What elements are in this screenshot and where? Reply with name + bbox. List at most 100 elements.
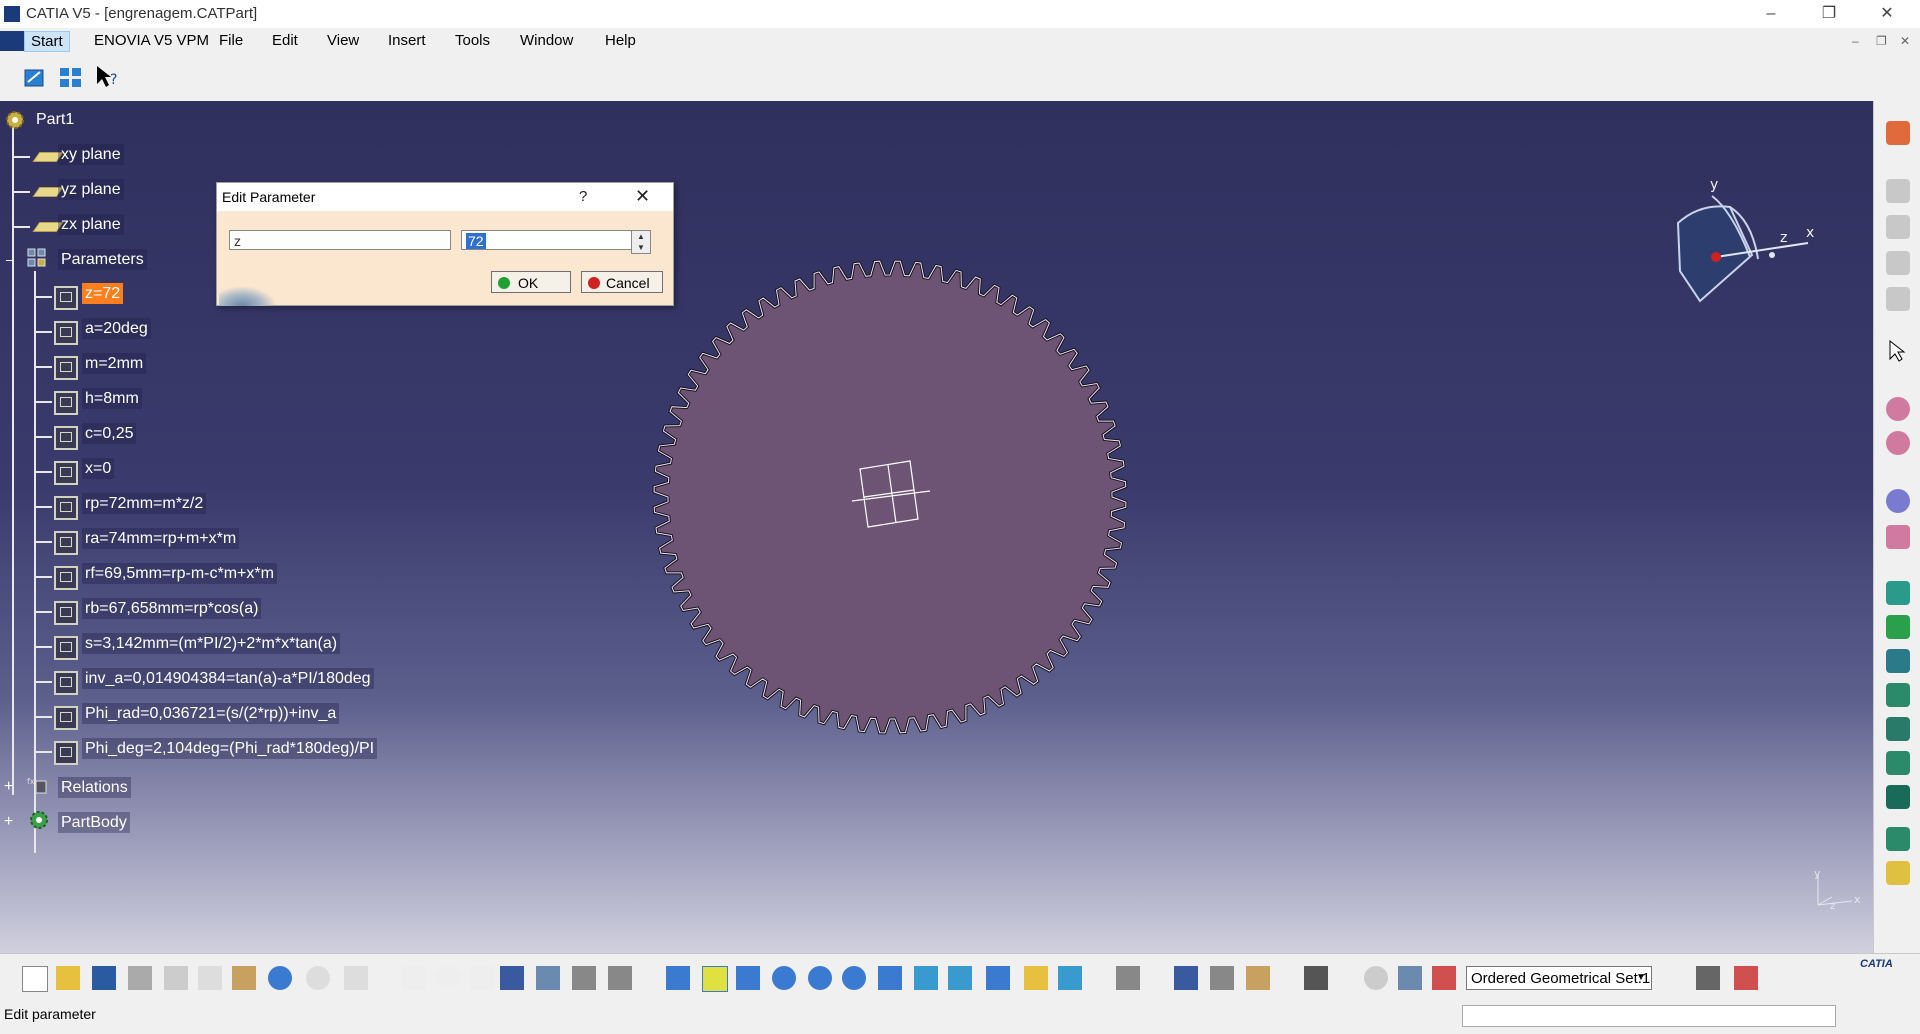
tool-icon[interactable] (1886, 251, 1910, 275)
menu-start[interactable]: Start (24, 31, 70, 52)
design-table-icon[interactable] (608, 966, 632, 990)
sketch-tool-icon[interactable] (1696, 966, 1720, 990)
update-icon[interactable] (1116, 966, 1140, 990)
capture-icon[interactable] (1304, 966, 1328, 990)
tree-node-parameter[interactable]: inv_a=0,014904384=tan(a)-a*PI/180deg (82, 668, 374, 689)
tree-node-parameter[interactable]: x=0 (82, 458, 115, 479)
tree-node-parameter[interactable]: m=2mm (82, 353, 147, 374)
dialog-close-button[interactable]: ✕ (635, 186, 650, 207)
whats-this-icon[interactable]: ? (94, 64, 120, 90)
tree-node-parameters[interactable]: Parameters (58, 249, 147, 270)
redo-icon[interactable] (306, 966, 330, 990)
tree-node-zx-plane[interactable]: zx plane (58, 214, 124, 235)
mdi-restore-icon[interactable]: ❐ (1876, 34, 1887, 48)
tree-node-parameter[interactable]: c=0,25 (82, 423, 137, 444)
parameter-value-field[interactable]: 72 (461, 230, 633, 250)
pad-icon[interactable] (1886, 397, 1910, 421)
measure-between-icon[interactable] (1174, 966, 1198, 990)
cancel-button[interactable]: Cancel (581, 271, 663, 293)
print-icon[interactable] (128, 966, 152, 990)
ok-button[interactable]: OK (491, 271, 571, 293)
whats-this-icon[interactable] (344, 966, 368, 990)
command-input[interactable] (1462, 1005, 1836, 1027)
tree-node-parameter[interactable]: rf=69,5mm=rp-m-c*m+x*m (82, 563, 277, 584)
catia-menu-icon[interactable] (0, 31, 24, 51)
tree-icon[interactable] (1398, 966, 1422, 990)
sketcher-icon[interactable] (22, 64, 48, 90)
transform-icon[interactable] (1886, 525, 1910, 549)
tool-icon[interactable] (1886, 215, 1910, 239)
tree-node-relations[interactable]: Relations (58, 777, 131, 798)
cut-icon[interactable] (164, 966, 188, 990)
tool-icon[interactable] (1886, 179, 1910, 203)
close-window-button[interactable]: ✕ (1864, 2, 1910, 26)
define-work-object-icon[interactable] (1432, 966, 1456, 990)
pocket-icon[interactable] (1886, 431, 1910, 455)
save-icon[interactable] (92, 966, 116, 990)
part-design-icon[interactable] (1886, 121, 1910, 145)
menu-view[interactable]: View (327, 32, 359, 49)
open-file-icon[interactable] (56, 966, 80, 990)
tree-node-parameter[interactable]: Phi_rad=0,036721=(s/(2*rp))+inv_a (82, 703, 340, 724)
parameter-name-field[interactable]: z (229, 230, 451, 250)
tree-node-parameter[interactable]: rb=67,658mm=rp*cos(a) (82, 598, 262, 619)
zoom-in-icon[interactable] (808, 966, 832, 990)
law-icon[interactable] (572, 966, 596, 990)
table-icon[interactable] (500, 966, 524, 990)
wireframe-icon[interactable] (1886, 615, 1910, 639)
tree-node-parameter[interactable]: a=20deg (82, 318, 151, 339)
mdi-minimize-icon[interactable]: – (1852, 34, 1859, 48)
tree-node-yz-plane[interactable]: yz plane (58, 179, 124, 200)
new-file-icon[interactable] (22, 966, 48, 992)
catalog-icon[interactable] (536, 966, 560, 990)
paste-icon[interactable] (232, 966, 256, 990)
menu-edit[interactable]: Edit (272, 32, 298, 49)
surface-icon[interactable] (1886, 581, 1910, 605)
menu-insert[interactable]: Insert (388, 32, 426, 49)
menu-window[interactable]: Window (520, 32, 573, 49)
knowledge-icon[interactable] (436, 966, 460, 990)
tree-node-parameter[interactable]: h=8mm (82, 388, 142, 409)
multi-view-icon[interactable] (914, 966, 938, 990)
undo-icon[interactable] (268, 966, 292, 990)
expand-relations-icon[interactable]: + (4, 778, 13, 796)
mdi-close-icon[interactable]: ✕ (1900, 34, 1910, 48)
tree-expand-icon[interactable] (58, 64, 84, 90)
tree-node-parameter[interactable]: s=3,142mm=(m*PI/2)+2*m*x*tan(a) (82, 633, 341, 654)
pan-icon[interactable] (736, 966, 760, 990)
offset-icon[interactable] (1886, 751, 1910, 775)
iso-view-icon[interactable] (948, 966, 972, 990)
copy-icon[interactable] (198, 966, 222, 990)
tree-node-parameter[interactable]: ra=74mm=rp+m+x*m (82, 528, 240, 549)
split-icon[interactable] (1886, 827, 1910, 851)
normal-view-icon[interactable] (878, 966, 902, 990)
pattern-icon[interactable] (1886, 489, 1910, 513)
fit-all-icon[interactable] (702, 966, 728, 992)
geometrical-set-select[interactable]: Ordered Geometrical Set.1 ▼ (1466, 966, 1652, 990)
menu-tools[interactable]: Tools (455, 32, 490, 49)
hide-show-icon[interactable] (1024, 966, 1048, 990)
update-all-icon[interactable] (1364, 966, 1388, 990)
value-spinner[interactable]: ▲ ▼ (631, 230, 651, 254)
compass-widget[interactable]: y x z (1660, 161, 1820, 311)
measure-icon[interactable] (470, 966, 494, 990)
expand-partbody-icon[interactable]: + (4, 813, 13, 831)
sketch-tool-2-icon[interactable] (1734, 966, 1758, 990)
tree-node-parameter[interactable]: Phi_deg=2,104deg=(Phi_rad*180deg)/PI (82, 738, 378, 759)
blend-icon[interactable] (1886, 717, 1910, 741)
menu-help[interactable]: Help (605, 32, 636, 49)
tree-node-part1[interactable]: Part1 (36, 111, 74, 129)
dialog-title-bar[interactable]: Edit Parameter ? ✕ (217, 183, 673, 211)
tree-node-partbody[interactable]: PartBody (58, 812, 130, 833)
minimize-button[interactable]: – (1748, 2, 1794, 26)
menu-enovia[interactable]: ENOVIA V5 VPM (94, 32, 209, 49)
mass-icon[interactable] (1246, 966, 1270, 990)
tree-node-parameter[interactable]: rp=72mm=m*z/2 (82, 493, 207, 514)
measure-item-icon[interactable] (1210, 966, 1234, 990)
tool-icon[interactable] (1886, 287, 1910, 311)
tree-node-xy-plane[interactable]: xy plane (58, 144, 124, 165)
spinner-down-icon[interactable]: ▼ (632, 242, 650, 253)
swap-visible-icon[interactable] (1058, 966, 1082, 990)
chevron-down-icon[interactable]: ▼ (1633, 970, 1649, 986)
sweep-icon[interactable] (1886, 649, 1910, 673)
